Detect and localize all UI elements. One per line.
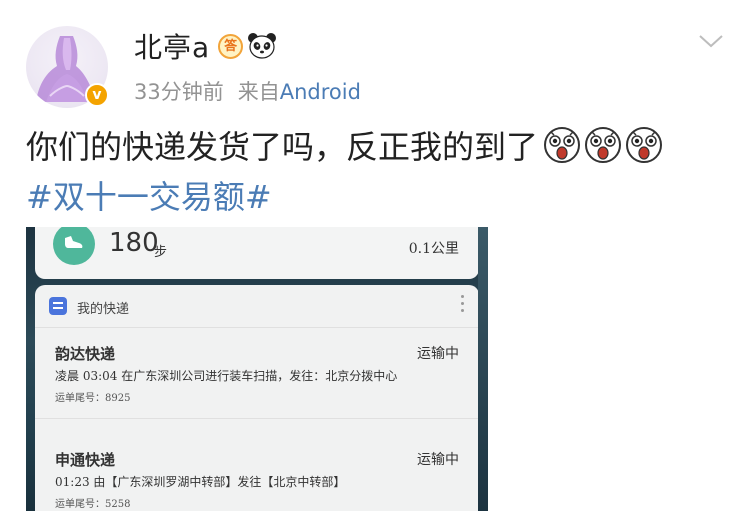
package-status: 运输中 — [417, 346, 459, 362]
shocked-face-emoji — [585, 127, 622, 163]
shocked-face-emoji — [626, 127, 663, 163]
username[interactable]: 北亭a — [134, 26, 210, 66]
emoji-group — [540, 126, 663, 164]
package-status: 运输中 — [417, 452, 459, 468]
chevron-down-icon[interactable] — [698, 30, 724, 52]
express-app-icon — [49, 297, 67, 315]
step-count: 180 — [109, 228, 159, 258]
verified-badge-icon: v — [85, 83, 109, 107]
source-link[interactable]: Android — [280, 80, 361, 104]
package-tracking: 运单尾号：8925 — [55, 393, 131, 404]
source-prefix: 来自 — [237, 80, 280, 104]
post-text-row: 你们的快递发货了吗，反正我的到了 — [26, 122, 663, 168]
hashtag-link[interactable]: #双十一交易额# — [26, 172, 272, 218]
more-vertical-icon — [461, 295, 465, 315]
post-meta: 33分钟前 来自Android — [134, 76, 361, 106]
express-card-header: 我的快递 — [35, 285, 479, 327]
post-text: 你们的快递发货了吗，反正我的到了 — [26, 128, 539, 166]
package-detail: 凌晨 03:04 在广东深圳公司进行装车扫描，发往：北京分拨中心 — [55, 369, 398, 383]
express-card: 我的快递 韵达快递 运输中 凌晨 03:04 在广东深圳公司进行装车扫描，发往：… — [35, 285, 479, 511]
post-time: 33分钟前 — [134, 80, 224, 104]
divider — [35, 418, 479, 419]
package-detail: 01:23 由【广东深圳罗湖中转部】发往【北京中转部】 — [55, 475, 346, 489]
user-name-row: 北亭a 答 — [134, 26, 277, 66]
step-unit: 步 — [154, 245, 168, 260]
shoe-icon — [53, 227, 95, 265]
shocked-face-emoji — [544, 127, 581, 163]
divider — [35, 327, 479, 328]
express-title: 我的快递 — [77, 302, 130, 317]
panda-icon[interactable] — [247, 31, 277, 61]
steps-card: 180 步 0.1公里 — [35, 227, 479, 279]
post-image[interactable]: 180 步 0.1公里 我的快递 韵达快递 运输中 凌晨 03:04 在广东深圳… — [26, 227, 488, 511]
answer-badge-icon[interactable]: 答 — [218, 33, 244, 59]
package-tracking: 运单尾号：5258 — [55, 499, 131, 510]
package-carrier: 申通快递 — [55, 451, 116, 469]
package-carrier: 韵达快递 — [55, 345, 116, 363]
avatar[interactable]: v — [26, 26, 109, 108]
step-distance: 0.1公里 — [408, 241, 459, 257]
